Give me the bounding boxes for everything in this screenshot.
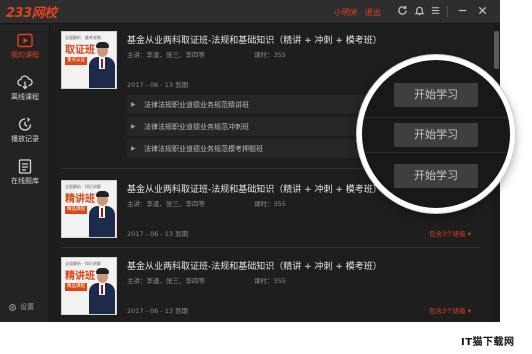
logout-link[interactable]: 退出 xyxy=(365,7,381,18)
course-teachers: 主讲：李逢、张三、李四等 xyxy=(127,200,205,208)
thumbnail-badge: 重点认证 xyxy=(65,57,87,65)
course-expiry-date: 2017 - 06 - 13 到期 xyxy=(127,81,189,89)
toolbar-divider xyxy=(447,6,448,17)
minimize-icon[interactable] xyxy=(456,5,468,17)
sidebar-item-label: 我的课程 xyxy=(11,51,39,59)
cloud-download-icon xyxy=(17,75,33,90)
course-teachers: 主讲：李逢、张三、李四等 xyxy=(127,51,205,59)
watermark-text: IT猫下载网 xyxy=(461,337,515,348)
sidebar-item-question-bank[interactable]: 在线题库 xyxy=(0,159,50,195)
sidebar-item-play-history[interactable]: 播放记录 xyxy=(0,117,50,153)
divider xyxy=(61,247,481,248)
sidebar: 我的课程 离线课程 播放记录 在线题库 设置 xyxy=(0,25,50,322)
settings-button[interactable]: 设置 xyxy=(8,302,34,314)
sidebar-item-label: 离线课程 xyxy=(11,93,39,101)
teacher-photo xyxy=(89,191,115,237)
close-icon[interactable] xyxy=(476,5,488,17)
site-watermark: IT猫下载网 xyxy=(461,333,515,348)
class-title: 法律法规职业道德业务规范模考押题班 xyxy=(144,145,263,153)
expand-classes-link[interactable]: 包含3个班级 ▾ xyxy=(429,305,471,315)
course-hours: 课时：355 xyxy=(254,200,286,208)
video-play-icon xyxy=(17,33,33,48)
settings-label: 设置 xyxy=(20,303,34,311)
expand-classes-link[interactable]: 包含3个班级 ▾ xyxy=(429,228,471,238)
teacher-photo xyxy=(89,268,115,314)
class-title: 法律法规职业道德业务规范冲刺班 xyxy=(144,123,249,131)
course-hours: 课时：355 xyxy=(254,51,286,59)
scrollbar-thumb[interactable] xyxy=(494,31,499,69)
refresh-icon[interactable] xyxy=(396,5,408,17)
caret-right-icon: ▶ xyxy=(131,145,136,152)
title-bar: 233网校 小明米 退出 xyxy=(0,0,500,24)
user-name-link[interactable]: 小明米 xyxy=(334,7,358,18)
teacher-photo xyxy=(89,42,115,88)
magnifier-callout: 开始学习 开始学习 开始学习 xyxy=(357,55,515,213)
course-expiry-date: 2017 - 06 - 13 到期 xyxy=(127,307,189,315)
course-title[interactable]: 基金从业两科取证班-法规和基础知识（精讲 + 冲刺 + 模考班） xyxy=(127,182,382,195)
course-expiry-date: 2017 - 06 - 13 到期 xyxy=(127,230,189,238)
thumbnail-badge: 精品课程 xyxy=(65,283,87,291)
notification-icon[interactable] xyxy=(413,5,425,17)
sidebar-item-label: 播放记录 xyxy=(11,135,39,143)
thumbnail-badge: 精品课程 xyxy=(65,206,87,214)
class-title: 法律法规职业道德业务规范精讲班 xyxy=(144,101,249,109)
course-thumbnail[interactable]: 全面解析 · 知识讲解 精讲班 精品课程 xyxy=(61,257,117,315)
start-learning-button[interactable]: 开始学习 xyxy=(394,164,478,188)
course-title[interactable]: 基金从业两科取证班-法规和基础知识（精讲 + 冲刺 + 模考班） xyxy=(127,259,382,272)
course-teachers: 主讲：李逢、张三、李四等 xyxy=(127,277,205,285)
divider xyxy=(362,117,510,118)
app-logo: 233网校 xyxy=(6,6,57,21)
sidebar-item-my-courses[interactable]: 我的课程 xyxy=(0,33,50,69)
course-title[interactable]: 基金从业两科取证班-法规和基础知识（精讲 + 冲刺 + 模考班） xyxy=(127,33,382,46)
course-thumbnail[interactable]: 全面解析 · 知识讲解 精讲班 精品课程 xyxy=(61,180,117,238)
start-learning-button[interactable]: 开始学习 xyxy=(394,83,478,107)
caret-right-icon: ▶ xyxy=(131,101,136,108)
course-hours: 课时：355 xyxy=(254,277,286,285)
history-clock-icon xyxy=(18,117,32,131)
question-bank-icon xyxy=(18,159,32,174)
course-thumbnail[interactable]: 全面解析 · 备考攻略 取证班 重点认证 xyxy=(61,31,117,89)
sidebar-item-offline-courses[interactable]: 离线课程 xyxy=(0,75,50,111)
menu-icon[interactable] xyxy=(429,5,441,17)
start-learning-button[interactable]: 开始学习 xyxy=(394,123,478,147)
divider xyxy=(362,152,510,153)
gear-icon xyxy=(9,303,16,311)
sidebar-item-label: 在线题库 xyxy=(11,177,39,185)
caret-right-icon: ▶ xyxy=(131,123,136,130)
